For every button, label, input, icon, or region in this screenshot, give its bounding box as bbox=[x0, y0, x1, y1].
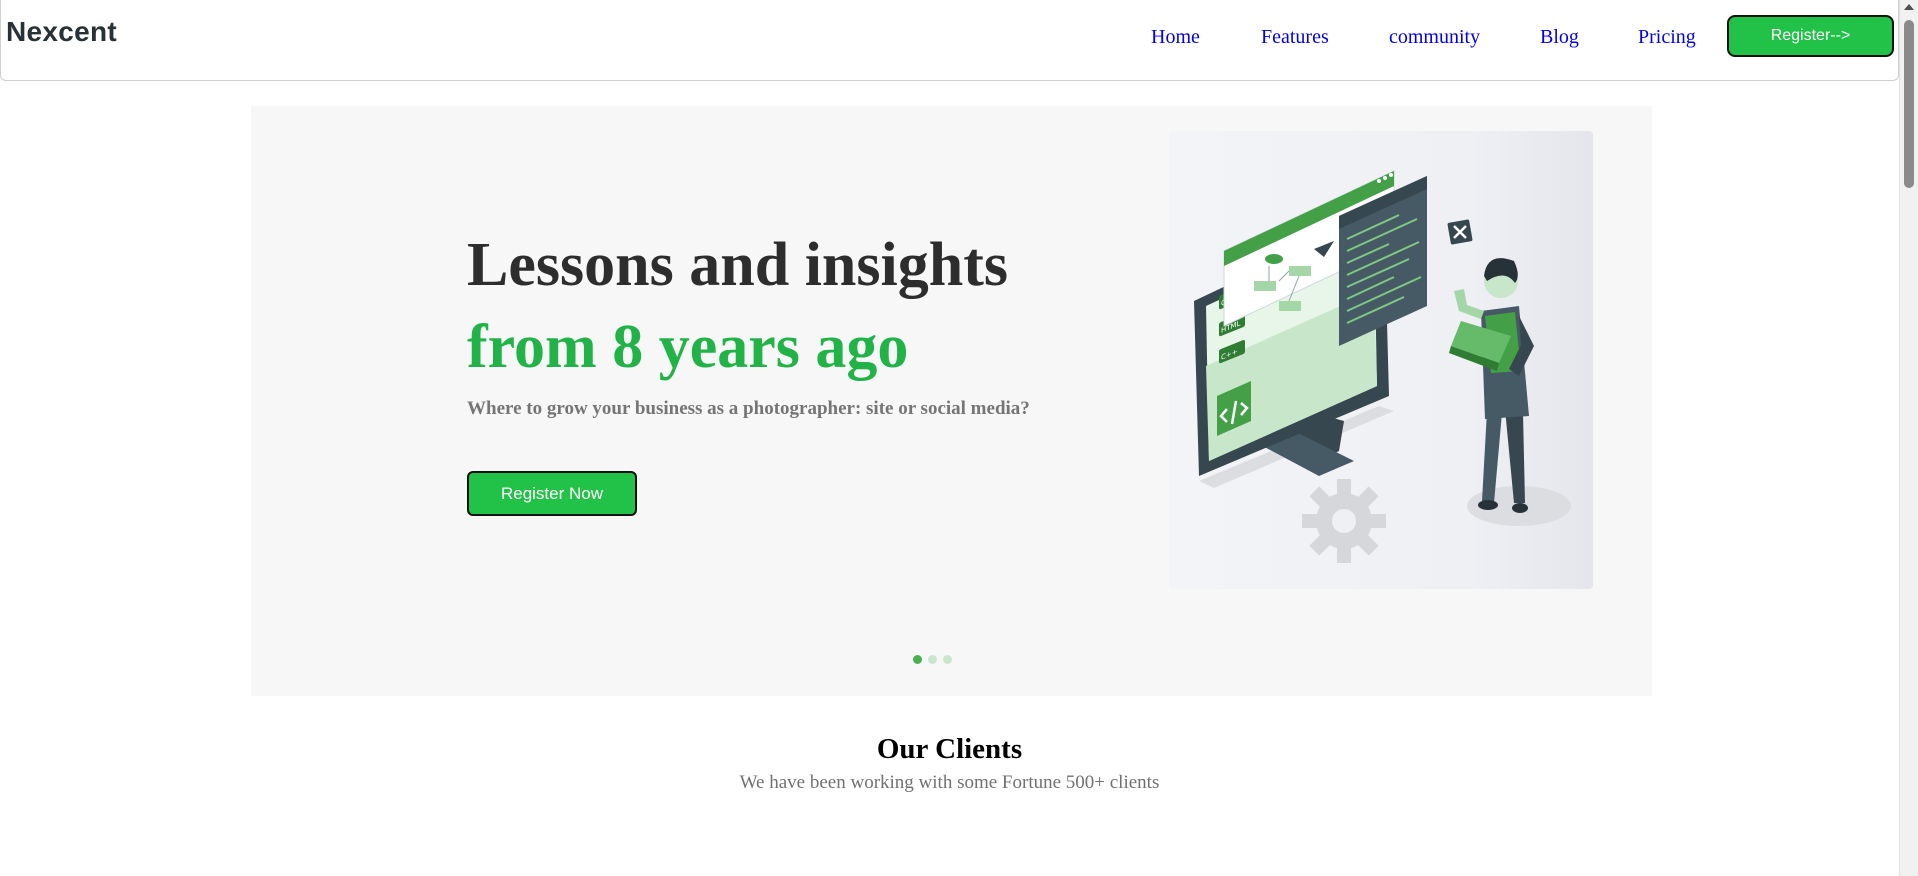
nav-features[interactable]: Features bbox=[1261, 26, 1329, 49]
register-button[interactable]: Register--> bbox=[1727, 15, 1894, 57]
register-now-button[interactable]: Register Now bbox=[467, 471, 637, 516]
scroll-up-arrow-icon[interactable] bbox=[1904, 4, 1914, 10]
carousel-dot-2[interactable] bbox=[928, 655, 937, 664]
carousel-dot-1[interactable] bbox=[913, 655, 922, 664]
scroll-thumb[interactable] bbox=[1904, 20, 1914, 188]
nav-blog[interactable]: Blog bbox=[1540, 26, 1579, 49]
page-scrollbar[interactable] bbox=[1899, 0, 1918, 876]
nav-pricing[interactable]: Pricing bbox=[1638, 26, 1696, 49]
nav-home[interactable]: Home bbox=[1151, 26, 1200, 49]
hero-title-line2: from 8 years ago bbox=[467, 313, 909, 381]
hero-section: Lessons and insights from 8 years ago Wh… bbox=[251, 106, 1652, 696]
developer-with-monitor-illustration-icon: CSS HTML C++ bbox=[1194, 170, 1571, 563]
hero-subtitle: Where to grow your business as a photogr… bbox=[467, 398, 1030, 419]
clients-heading: Our Clients bbox=[876, 733, 1023, 765]
site-header: Nexcent Home Features community Blog Pri… bbox=[0, 0, 1899, 81]
hero-title-line1: Lessons and insights bbox=[467, 231, 1009, 299]
clients-subtitle: We have been working with some Fortune 5… bbox=[739, 772, 1160, 793]
nav-community[interactable]: community bbox=[1389, 26, 1480, 49]
hero-illustration: CSS HTML C++ bbox=[1169, 131, 1593, 589]
main-nav: Home Features community Blog Pricing bbox=[1, 26, 1898, 56]
carousel-dot-3[interactable] bbox=[943, 655, 952, 664]
